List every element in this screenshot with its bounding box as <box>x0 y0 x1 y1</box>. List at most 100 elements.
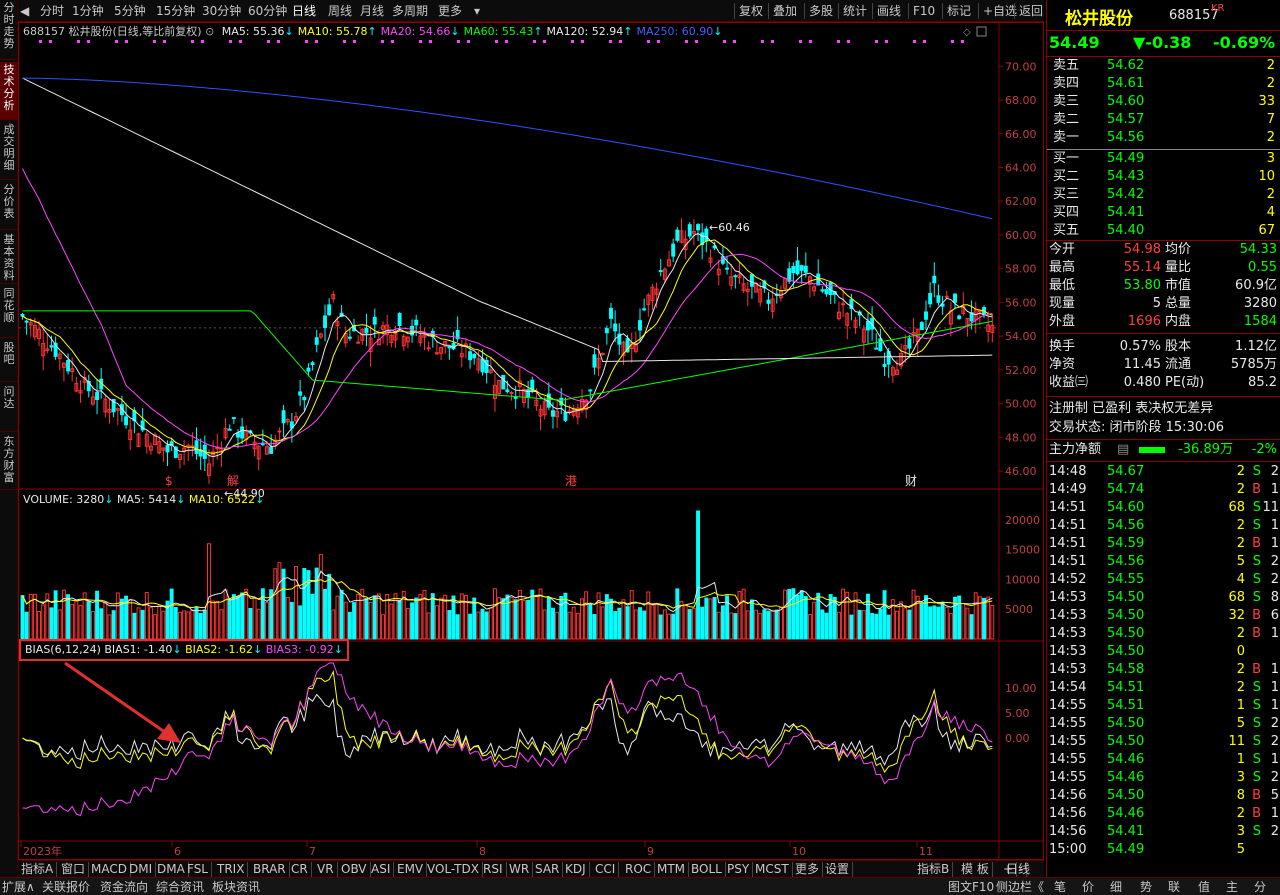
bottom-right-btn-1[interactable]: 模 板 <box>958 862 993 877</box>
indicator-tab-12[interactable]: EMV <box>394 862 428 877</box>
annotation-arrowhead <box>157 723 181 743</box>
price-change: ▼-0.38 <box>1133 33 1192 52</box>
period-tab-3[interactable]: 15分钟 <box>156 3 195 19</box>
period-tab-10[interactable]: 更多 <box>438 3 462 19</box>
event-mark[interactable]: 财 <box>905 474 917 488</box>
sell-row-3[interactable]: 卖二 54.57 7 <box>1047 111 1280 129</box>
toolbar-btn-6[interactable]: 标记 <box>942 3 971 19</box>
sell-row-0[interactable]: 卖五 54.62 2 <box>1047 57 1280 75</box>
vtab-2[interactable]: 技术分析 <box>0 62 18 120</box>
period-tab-2[interactable]: 5分钟 <box>114 3 146 19</box>
kline-chart[interactable]: 70.0068.0066.0064.0062.0060.0058.0056.00… <box>19 23 1043 859</box>
footer-right-6[interactable]: 联 <box>1168 879 1180 895</box>
indicator-tab-15[interactable]: WR <box>506 862 534 877</box>
indicator-tab-1[interactable]: 窗口 <box>58 862 90 877</box>
buy-row-2[interactable]: 买三 54.42 2 <box>1047 186 1280 204</box>
ma-toggle-icon[interactable]: ⊙ <box>205 25 218 38</box>
indicator-tab-23[interactable]: MCST <box>752 862 793 877</box>
vtab-5[interactable]: 基本资料 <box>0 232 18 284</box>
period-tab-1[interactable]: 1分钟 <box>72 3 104 19</box>
footer-tab-4[interactable]: 板块资讯 <box>212 879 260 895</box>
sell-row-1[interactable]: 卖四 54.61 2 <box>1047 75 1280 93</box>
indicator-tab-11[interactable]: ASI <box>368 862 395 877</box>
vtab-4[interactable]: 分价表 <box>0 182 18 230</box>
footer-right-5[interactable]: 势 <box>1140 879 1152 895</box>
footer-right-3[interactable]: 价 <box>1082 879 1094 895</box>
footer-right-7[interactable]: 值 <box>1198 879 1210 895</box>
period-tab-4[interactable]: 30分钟 <box>202 3 241 19</box>
indicator-tab-21[interactable]: BOLL <box>688 862 726 877</box>
vtab-8[interactable]: 问达 <box>0 384 18 432</box>
indicator-tab-24[interactable]: 更多 <box>792 862 824 877</box>
footer-tab-2[interactable]: 资金流向 <box>100 879 148 895</box>
main-flow-row[interactable]: 主力净额 ▤ -36.89万 -2% <box>1047 441 1280 459</box>
bottom-right-btn-0[interactable]: 指标B <box>914 862 954 877</box>
footer-tab-0[interactable]: 扩展∧ <box>2 879 35 895</box>
vtab-3[interactable]: 成交明细 <box>0 122 18 180</box>
indicator-tab-7[interactable]: BRAR <box>250 862 290 877</box>
candle-body <box>480 358 485 373</box>
footer-right-9[interactable]: 分 <box>1254 879 1266 895</box>
candle-body <box>953 293 957 303</box>
indicator-tab-0[interactable]: 指标A <box>18 862 58 877</box>
indicator-tab-8[interactable]: CR <box>288 862 312 877</box>
footer-right-2[interactable]: 笔 <box>1054 879 1066 895</box>
toolbar-btn-8[interactable]: 返回 <box>1014 3 1043 19</box>
indicator-tab-18[interactable]: CCI <box>592 862 620 877</box>
toolbar-btn-0[interactable]: 复权 <box>734 3 763 19</box>
dropdown-icon[interactable]: ▾ <box>474 3 480 19</box>
sell-row-4[interactable]: 卖一 54.56 2 <box>1047 129 1280 147</box>
period-tab-0[interactable]: 分时 <box>40 3 64 19</box>
footer-right-0[interactable]: 图文F10 <box>948 879 994 895</box>
indicator-tab-16[interactable]: SAR <box>532 862 564 877</box>
footer-right-8[interactable]: 主 <box>1226 879 1238 895</box>
indicator-tab-3[interactable]: DMI <box>126 862 157 877</box>
indicator-tab-10[interactable]: OBV <box>338 862 371 877</box>
volume-bar <box>774 609 779 640</box>
buy-row-1[interactable]: 买二 54.43 10 <box>1047 168 1280 186</box>
buy-row-0[interactable]: 买一 54.49 3 <box>1047 150 1280 168</box>
indicator-tab-25[interactable]: 设置 <box>822 862 854 877</box>
indicator-tab-13[interactable]: VOL-TDX <box>424 862 483 877</box>
event-mark[interactable]: $ <box>165 474 173 488</box>
indicator-tab-6[interactable]: TRIX <box>214 862 249 877</box>
diamond-icon[interactable]: ◇ <box>963 27 971 38</box>
maximize-icon[interactable] <box>976 26 987 37</box>
indicator-tab-5[interactable]: FSL <box>184 862 212 877</box>
indicator-tab-20[interactable]: MTM <box>654 862 690 877</box>
footer-tab-1[interactable]: 关联报价 <box>42 879 90 895</box>
period-tab-7[interactable]: 周线 <box>328 3 352 19</box>
toolbar-btn-7[interactable]: +自选 <box>978 3 1017 19</box>
toolbar-btn-4[interactable]: 画线 <box>872 3 901 19</box>
footer-right-4[interactable]: 细 <box>1110 879 1122 895</box>
period-tab-5[interactable]: 60分钟 <box>248 3 287 19</box>
vtab-1[interactable]: 分时走势 <box>0 0 18 60</box>
period-tab-9[interactable]: 多周期 <box>392 3 428 19</box>
period-tab-8[interactable]: 月线 <box>360 3 384 19</box>
menu-icon[interactable]: ▤ <box>1117 441 1129 459</box>
back-icon[interactable]: ◀ <box>20 3 29 19</box>
footer-tab-3[interactable]: 综合资讯 <box>156 879 204 895</box>
vtab-6[interactable]: 同花顺 <box>0 286 18 338</box>
toolbar-btn-2[interactable]: 多股 <box>804 3 833 19</box>
period-tab-6[interactable]: 日线 <box>292 3 316 19</box>
buy-row-4[interactable]: 买五 54.40 67 <box>1047 222 1280 240</box>
indicator-tab-17[interactable]: KDJ <box>562 862 590 877</box>
indicator-tab-14[interactable]: RSI <box>480 862 507 877</box>
event-mark[interactable]: 解 <box>227 474 239 488</box>
toolbar-btn-5[interactable]: F10 <box>908 3 935 19</box>
volume-bar <box>787 589 792 640</box>
event-mark[interactable]: 港 <box>565 474 577 488</box>
footer-right-1[interactable]: 侧边栏《 <box>996 879 1044 895</box>
buy-row-3[interactable]: 买四 54.41 4 <box>1047 204 1280 222</box>
toolbar-btn-3[interactable]: 统计 <box>838 3 867 19</box>
indicator-tab-2[interactable]: MACD <box>88 862 131 877</box>
indicator-tab-22[interactable]: PSY <box>724 862 754 877</box>
sell-row-2[interactable]: 卖三 54.60 33 <box>1047 93 1280 111</box>
indicator-tab-19[interactable]: ROC <box>622 862 656 877</box>
indicator-tab-9[interactable]: VR <box>314 862 338 877</box>
toolbar-btn-1[interactable]: 叠加 <box>768 3 797 19</box>
chart-area[interactable]: 70.00 68.00 66.00 64.00 62.00 60.00 58.00 56.00… <box>18 22 1044 860</box>
vtab-7[interactable]: 股吧 <box>0 340 18 382</box>
vtab-9[interactable]: 东方财富 <box>0 434 18 490</box>
